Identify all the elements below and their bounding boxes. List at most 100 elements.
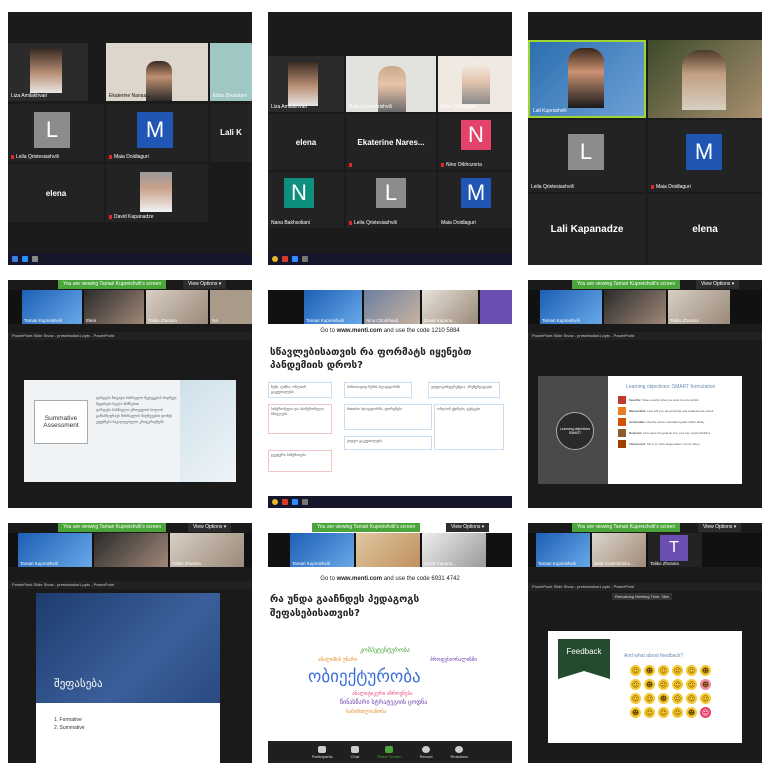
participant-name-large: elena: [295, 138, 317, 147]
app-icon[interactable]: [282, 256, 288, 262]
emoji-icon: ☻: [686, 707, 697, 718]
emoji-icon: ☺: [686, 679, 697, 690]
avatar: T: [660, 535, 688, 561]
participant-name: Nino Chorkhauli: [366, 318, 399, 323]
view-options-button[interactable]: View Options ▾: [698, 523, 742, 532]
avatar: L: [34, 112, 70, 148]
video-tile[interactable]: elena: [648, 194, 762, 265]
participant-name: Taliko Zhvania: [650, 561, 679, 566]
emoji-icon: ☺: [686, 693, 697, 704]
video-tile[interactable]: Lali K: [210, 104, 252, 162]
chat-button[interactable]: Chat: [351, 745, 359, 759]
video-tile[interactable]: M Maia Doidlaguri: [106, 104, 208, 162]
menti-code: and use the code 1210 5884: [382, 328, 460, 334]
app-icon[interactable]: [292, 499, 298, 505]
smart-label: Timebound: [629, 442, 646, 446]
strip-tile[interactable]: Taliko Zhvania: [146, 290, 208, 324]
strip-tile[interactable]: Tamari Kupreishvili: [290, 533, 354, 567]
share-screen-button[interactable]: Share Screen: [377, 745, 402, 759]
video-tile[interactable]: N Nana Bakhsoliani: [268, 172, 344, 228]
strip-tile[interactable]: David Kapana...: [422, 290, 478, 324]
video-tile[interactable]: M Maia Doidlaguri: [648, 120, 762, 192]
word-cloud-word: ობიექტურობა: [308, 667, 421, 687]
bullet-item: ფასდება ზოგადი სასწავლო შედეგების მიღწევ…: [96, 396, 177, 400]
video-tile[interactable]: David Kapanadze: [106, 164, 208, 222]
strip-tile[interactable]: Taliko Zhvania: [170, 533, 244, 567]
app-icon[interactable]: [302, 499, 308, 505]
emoji-icon: ☺: [644, 707, 655, 718]
ppt-title-bar: PowerPoint Slide Show - presentation1.pp…: [8, 581, 252, 589]
video-tile[interactable]: M Maia Doidlaguri: [438, 172, 512, 228]
start-icon[interactable]: [12, 256, 18, 262]
chrome-icon[interactable]: [272, 256, 278, 262]
menti-question: რა უნდა გააჩნდეს პედაგოგს შეფასებისათვის…: [270, 594, 420, 619]
emoji-icon: ☻: [700, 665, 711, 676]
strip-tile[interactable]: Tamari Kupreishvili: [18, 533, 92, 567]
reactions-icon: [455, 745, 464, 753]
avatar: L: [376, 178, 406, 208]
emoji-icon: ☺: [700, 707, 711, 718]
strip-tile[interactable]: Beta Goderdzishv...: [592, 533, 646, 567]
smart-desc: Identify action-orientated goals within …: [646, 420, 705, 424]
video-tile[interactable]: N Nino Otkhozoria: [438, 114, 512, 170]
video-tile[interactable]: Liza Amilakhvari: [268, 56, 344, 112]
app-icon[interactable]: [302, 256, 308, 262]
smart-item: Relevant: How does the goal tie into you…: [618, 429, 738, 437]
strip-tile[interactable]: [94, 533, 168, 567]
strip-tile[interactable]: Eleni: [84, 290, 144, 324]
smart-item-text: Measurable: How will you demonstrate and…: [629, 409, 714, 413]
record-button[interactable]: Record: [419, 745, 433, 759]
reactions-button[interactable]: Reactions: [450, 745, 468, 759]
strip-tile[interactable]: Tamari Kupreishvili: [304, 290, 362, 324]
view-options-button[interactable]: View Options ▾: [696, 280, 740, 289]
strip-tile[interactable]: Nino Chorkhauli: [364, 290, 420, 324]
video-tile[interactable]: L Leila Qristesiashvili: [346, 172, 436, 228]
video-tile[interactable]: Ekaterine Nanaa...: [106, 43, 208, 101]
app-icon[interactable]: [32, 256, 38, 262]
video-tile[interactable]: Ekaterine Nares...: [346, 114, 436, 170]
smart-label: Specific: [629, 398, 641, 402]
emoji-icon: ☹: [672, 693, 683, 704]
participants-button[interactable]: Participants: [312, 745, 333, 759]
strip-tile[interactable]: Tamari Kupreishvili: [22, 290, 82, 324]
video-tile[interactable]: Liza Amilakhvari: [8, 43, 88, 101]
participant-name: Beta Goderdzishv...: [594, 561, 634, 566]
chrome-icon[interactable]: [272, 499, 278, 505]
windows-taskbar: [268, 496, 512, 508]
video-tile-active-speaker[interactable]: Lali Kuprashvili: [528, 40, 646, 118]
viewing-screen-banner: You are viewing Tamari Kupreishvili's sc…: [58, 523, 167, 532]
view-options-button[interactable]: View Options ▾: [446, 523, 490, 532]
word-cloud-word: სამართლიანობა: [346, 709, 387, 715]
video-tile[interactable]: Nino Chorkhauli: [438, 56, 512, 112]
strip-tile[interactable]: [480, 290, 512, 324]
participant-name: Liza Amilakhvari: [11, 93, 48, 99]
ppt-title-bar: PowerPoint Slide Show - presentation1.pp…: [8, 332, 252, 340]
strip-tile[interactable]: Tamari Kupreishvili: [540, 290, 602, 324]
strip-tile[interactable]: Taliko Zhvania: [668, 290, 730, 324]
view-options-button[interactable]: View Options ▾: [188, 523, 232, 532]
strip-tile[interactable]: Tamari Kupreishvili: [536, 533, 590, 567]
app-icon[interactable]: [292, 256, 298, 262]
video-tile[interactable]: elena: [8, 164, 104, 222]
share-screen-icon: [385, 745, 394, 753]
video-tile[interactable]: L Leila Qristesiashvili: [528, 120, 646, 192]
participant-name: Na: [212, 318, 218, 323]
strip-tile[interactable]: T Taliko Zhvania: [648, 533, 702, 567]
strip-tile[interactable]: Na: [210, 290, 252, 324]
strip-tile[interactable]: [356, 533, 420, 567]
strip-tile[interactable]: David Kapana...: [422, 533, 486, 567]
video-tile[interactable]: elena: [268, 114, 344, 170]
app-icon[interactable]: [22, 256, 28, 262]
video-tile[interactable]: [648, 40, 762, 118]
view-options-button[interactable]: View Options ▾: [183, 280, 227, 289]
video-tile[interactable]: Lali Kapanadze: [528, 194, 646, 265]
participant-strip: Tamari Kupreishvili Beta Goderdzishv... …: [528, 533, 762, 567]
app-icon[interactable]: [282, 499, 288, 505]
bullet-list: ფასდება ზოგადი სასწავლო შედეგების მიღწევ…: [96, 396, 188, 424]
video-tile[interactable]: L Leila Qristesiashvili: [8, 104, 104, 162]
toolbar-label: Record: [419, 753, 433, 759]
mic-muted-icon: [109, 214, 112, 219]
strip-tile[interactable]: [604, 290, 666, 324]
video-tile[interactable]: Eliza Zhvaniani: [210, 43, 252, 101]
video-tile[interactable]: Bela Goderdzishvili: [346, 56, 436, 112]
